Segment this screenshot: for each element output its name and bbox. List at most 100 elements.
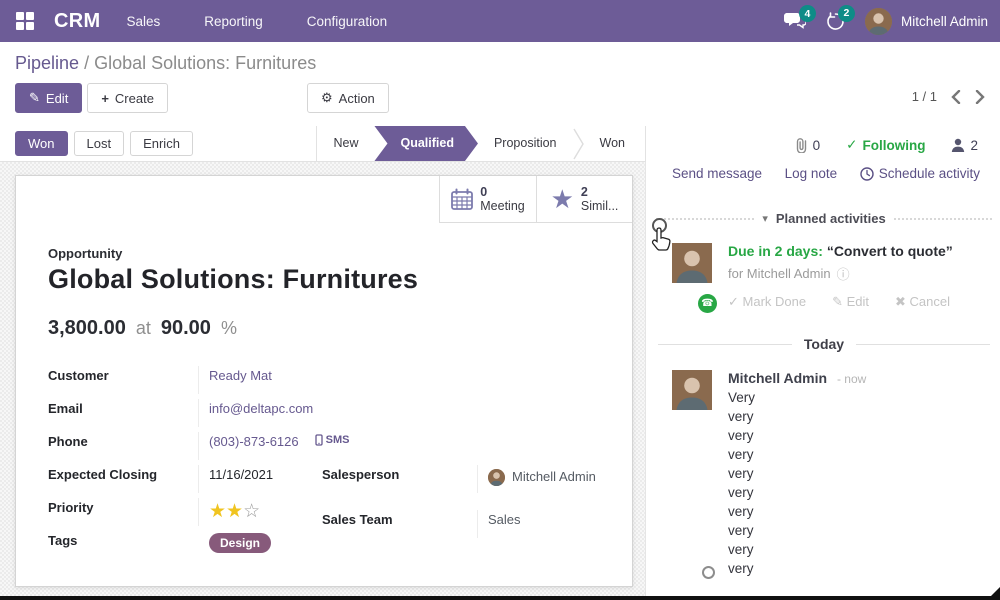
send-message-button[interactable]: Send message bbox=[672, 166, 762, 181]
crm-app-window: CRM Sales Reporting Configuration 4 2 bbox=[0, 0, 1000, 600]
stage-pipeline: New Qualified Proposition Won bbox=[316, 126, 645, 161]
control-panel: Pipeline / Global Solutions: Furnitures … bbox=[0, 42, 1000, 126]
activities-button[interactable]: 2 bbox=[826, 12, 845, 31]
sms-button[interactable]: SMS bbox=[315, 434, 350, 446]
breadcrumb-separator: / bbox=[84, 53, 89, 73]
customer-label: Customer bbox=[48, 366, 198, 383]
similar-label: Simil... bbox=[581, 199, 619, 213]
customer-value[interactable]: Ready Mat bbox=[209, 368, 272, 383]
apps-menu-icon[interactable] bbox=[16, 12, 34, 30]
menu-reporting[interactable]: Reporting bbox=[204, 14, 263, 29]
email-value[interactable]: info@deltapc.com bbox=[209, 401, 313, 416]
top-navbar: CRM Sales Reporting Configuration 4 2 bbox=[0, 0, 1000, 42]
following-toggle[interactable]: ✓ Following bbox=[846, 137, 925, 153]
salesperson-value[interactable]: Mitchell Admin bbox=[512, 467, 596, 487]
opportunity-form-sheet: 0 Meeting ★ 2 Simil... Opportunity Globa… bbox=[15, 175, 633, 587]
follower-count: 2 bbox=[970, 138, 978, 153]
meeting-count: 0 bbox=[480, 185, 524, 199]
log-note-button[interactable]: Log note bbox=[785, 166, 838, 181]
user-menu[interactable]: Mitchell Admin bbox=[865, 8, 988, 35]
clock-icon bbox=[860, 167, 874, 181]
record-type-label: Opportunity bbox=[48, 246, 600, 261]
priority-stars: ★★☆ bbox=[198, 498, 318, 526]
stage-chevron-icon bbox=[573, 127, 584, 161]
message-author-avatar bbox=[672, 370, 712, 410]
activities-count-badge: 2 bbox=[838, 5, 855, 22]
person-icon bbox=[951, 138, 965, 152]
message-type-badge-icon bbox=[702, 566, 715, 579]
chatter-message: Mitchell Admin - now Very very very very… bbox=[672, 370, 1000, 578]
star-filled-icon[interactable]: ★ bbox=[209, 501, 226, 522]
revenue-amount: 3,800.00 bbox=[48, 317, 126, 340]
schedule-activity-button[interactable]: Schedule activity bbox=[860, 166, 980, 181]
won-button[interactable]: Won bbox=[15, 131, 68, 156]
activity-summary: “Convert to quote” bbox=[827, 243, 953, 259]
pager-next-icon[interactable] bbox=[975, 90, 985, 104]
activity-edit-button[interactable]: ✎ Edit bbox=[832, 294, 869, 310]
pencil-icon: ✎ bbox=[29, 90, 40, 106]
expected-closing-value: 11/16/2021 bbox=[198, 465, 318, 493]
breadcrumb-pipeline[interactable]: Pipeline bbox=[15, 53, 79, 73]
info-icon[interactable]: ⓘ bbox=[837, 264, 850, 283]
gear-icon: ⚙ bbox=[321, 90, 333, 106]
expected-revenue: 3,800.00 at 90.00 % bbox=[48, 317, 600, 340]
lost-button[interactable]: Lost bbox=[74, 131, 125, 156]
followers-button[interactable]: 2 bbox=[951, 138, 978, 153]
enrich-button[interactable]: Enrich bbox=[130, 131, 193, 156]
message-author[interactable]: Mitchell Admin bbox=[728, 370, 827, 386]
meetings-stat-button[interactable]: 0 Meeting bbox=[440, 176, 536, 222]
attachments-button[interactable]: 0 bbox=[795, 137, 821, 153]
form-background: 0 Meeting ★ 2 Simil... Opportunity Globa… bbox=[0, 162, 646, 600]
planned-activities-header[interactable]: ▾ Planned activities bbox=[656, 211, 992, 226]
breadcrumb-current: Global Solutions: Furnitures bbox=[94, 53, 316, 73]
today-divider: Today bbox=[658, 336, 990, 352]
sales-team-value[interactable]: Sales bbox=[477, 510, 607, 538]
stage-won[interactable]: Won bbox=[584, 126, 641, 161]
dotted-divider bbox=[656, 218, 754, 220]
check-icon: ✓ bbox=[846, 137, 857, 153]
phone-activity-badge-icon: ☎ bbox=[698, 294, 717, 313]
similar-count: 2 bbox=[581, 185, 619, 199]
stage-qualified-active[interactable]: Qualified bbox=[374, 126, 477, 161]
opportunity-title: Global Solutions: Furnitures bbox=[48, 264, 600, 295]
meeting-label: Meeting bbox=[480, 199, 524, 213]
mark-done-button[interactable]: ✓ Mark Done bbox=[728, 294, 806, 310]
sales-team-label: Sales Team bbox=[322, 510, 477, 527]
activity-assignee: for Mitchell Admin bbox=[728, 266, 831, 281]
star-filled-icon[interactable]: ★ bbox=[226, 501, 243, 522]
menu-configuration[interactable]: Configuration bbox=[307, 14, 387, 29]
stage-proposition[interactable]: Proposition bbox=[478, 126, 573, 161]
similar-leads-stat-button[interactable]: ★ 2 Simil... bbox=[536, 176, 632, 222]
activity-avatar bbox=[672, 243, 712, 283]
breadcrumb: Pipeline / Global Solutions: Furnitures bbox=[0, 42, 1000, 74]
user-name: Mitchell Admin bbox=[901, 14, 988, 29]
pager-previous-icon[interactable] bbox=[951, 90, 961, 104]
edit-button[interactable]: ✎ Edit bbox=[15, 83, 82, 113]
paperclip-icon bbox=[795, 137, 808, 153]
chevron-down-icon: ▾ bbox=[762, 212, 768, 225]
messages-button[interactable]: 4 bbox=[784, 12, 806, 30]
window-resize-corner bbox=[991, 587, 1000, 596]
window-bottom-bar bbox=[0, 596, 1000, 600]
tag-design[interactable]: Design bbox=[209, 533, 271, 553]
salesperson-avatar bbox=[488, 469, 505, 486]
plus-icon: + bbox=[101, 91, 109, 106]
percent-sign: % bbox=[221, 318, 237, 339]
at-label: at bbox=[136, 318, 151, 339]
phone-value[interactable]: (803)-873-6126 bbox=[209, 434, 299, 449]
app-name[interactable]: CRM bbox=[54, 10, 100, 33]
action-button[interactable]: ⚙ Action bbox=[307, 83, 389, 113]
star-empty-icon[interactable]: ☆ bbox=[243, 501, 260, 522]
menu-sales[interactable]: Sales bbox=[126, 14, 160, 29]
star-icon: ★ bbox=[551, 188, 574, 210]
messages-count-badge: 4 bbox=[799, 5, 816, 22]
expected-closing-label: Expected Closing bbox=[48, 465, 198, 482]
activity-cancel-button[interactable]: ✖ Cancel bbox=[895, 294, 950, 310]
activity-due-text: Due in 2 days: bbox=[728, 243, 823, 259]
attachment-count: 0 bbox=[813, 138, 821, 153]
mobile-phone-icon bbox=[315, 434, 323, 446]
stage-new[interactable]: New bbox=[317, 126, 374, 161]
create-button[interactable]: + Create bbox=[87, 83, 168, 113]
phone-label: Phone bbox=[48, 432, 198, 449]
salesperson-label: Salesperson bbox=[322, 465, 477, 482]
